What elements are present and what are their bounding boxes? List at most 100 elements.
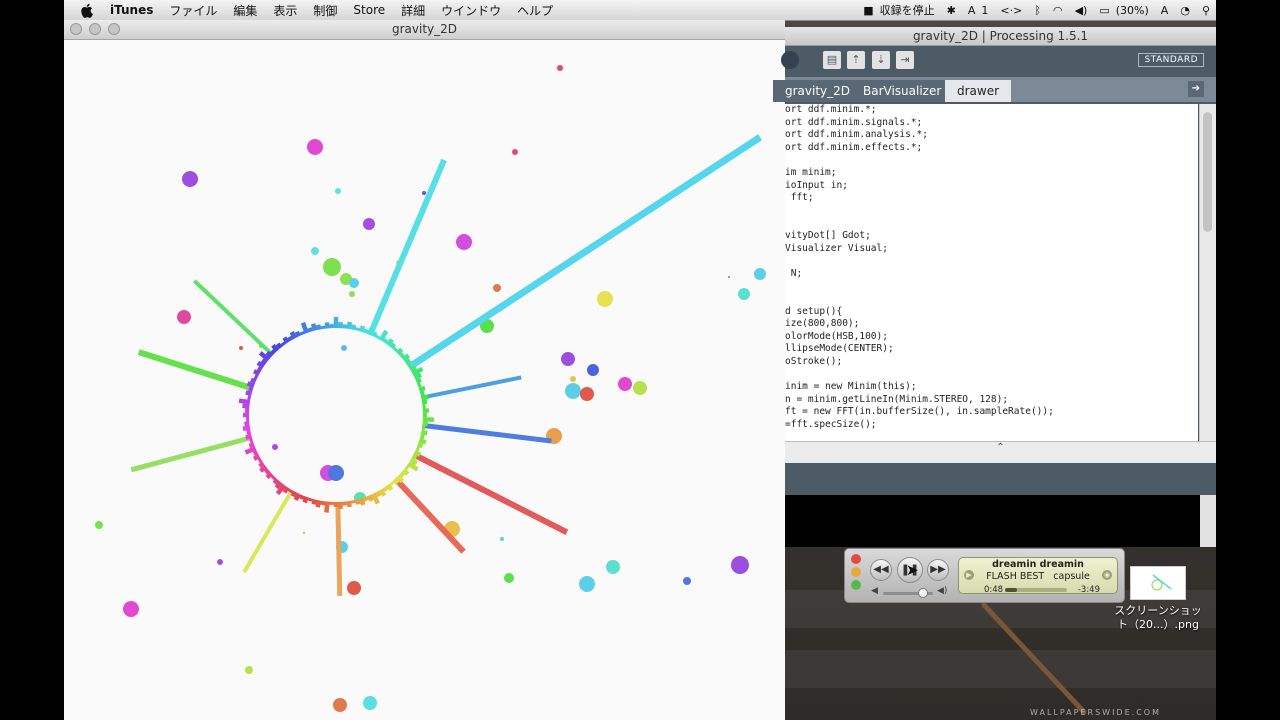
tab-gravity-2d[interactable]: gravity_2D — [773, 80, 863, 102]
menu-view[interactable]: 表示 — [265, 2, 305, 19]
gravity-dot — [349, 291, 355, 297]
menu-extras: ■ 収録を停止 ✱ A 1 <·> ᛒ ◠ ◀) ▭ (30%) A ◔ ⚲ — [857, 0, 1216, 20]
mini-zoom-button[interactable] — [851, 580, 861, 590]
ring-bar — [299, 494, 305, 500]
progress-fill — [1005, 588, 1018, 592]
console-divider[interactable]: ⌃ — [785, 441, 1216, 463]
volume-low-icon: ◀ — [871, 586, 878, 596]
bluetooth-icon[interactable]: ᛒ — [1028, 4, 1047, 17]
gravity-dot — [731, 556, 749, 574]
battery-icon[interactable]: ▭ — [1093, 4, 1115, 17]
menu-app-name[interactable]: iTunes — [104, 3, 161, 17]
ring-bar — [404, 358, 412, 365]
menu-advanced[interactable]: 詳細 — [393, 2, 433, 19]
menu-help[interactable]: ヘルプ — [509, 2, 561, 19]
gravity-dot — [565, 383, 581, 399]
console-scrollbar[interactable] — [1200, 495, 1216, 547]
mini-close-button[interactable] — [851, 554, 861, 564]
spotlight-icon[interactable]: ⚲ — [1196, 4, 1216, 17]
ring-bar — [409, 365, 417, 373]
new-icon[interactable]: ▤ — [823, 51, 841, 69]
code-line: llipseMode(CENTER); — [785, 343, 894, 355]
save-icon[interactable]: ⇣ — [872, 51, 890, 69]
mini-minimize-button[interactable] — [851, 567, 861, 577]
ring-bar — [395, 347, 404, 356]
remote-icon[interactable]: <·> — [994, 4, 1028, 17]
menu-controls[interactable]: 制御 — [305, 2, 345, 19]
apple-menu-icon[interactable] — [78, 1, 96, 19]
export-icon[interactable]: ⇥ — [896, 51, 914, 69]
ring-bar — [315, 324, 322, 331]
stop-recording-label[interactable]: 収録を停止 — [880, 2, 941, 18]
ring-bar — [415, 377, 422, 384]
menu-store[interactable]: Store — [345, 3, 393, 17]
gravity-dot — [239, 346, 243, 350]
editor-scroll-thumb[interactable] — [1203, 112, 1212, 232]
close-button[interactable] — [70, 23, 82, 35]
menu-window[interactable]: ウインドウ — [433, 2, 509, 19]
zoom-button[interactable] — [108, 23, 120, 35]
ring-bar — [422, 417, 434, 423]
gravity-dot — [307, 139, 323, 155]
gravity-dot — [341, 345, 347, 351]
clock-icon[interactable]: ◔ — [1174, 4, 1196, 17]
open-icon[interactable]: ⇡ — [847, 51, 865, 69]
code-line: inim = new Minim(this); — [785, 381, 917, 393]
ring-bar — [354, 498, 361, 505]
ring-bar — [359, 325, 366, 333]
ring-bar — [299, 330, 305, 336]
volume-icon[interactable]: ◀) — [1069, 4, 1094, 17]
artist-name: capsule — [1053, 571, 1090, 582]
menu-edit[interactable]: 編集 — [225, 2, 265, 19]
sketch-titlebar[interactable]: gravity_2D — [64, 20, 785, 40]
ring-bar — [293, 492, 301, 501]
ring-bar — [307, 497, 313, 502]
ring-bar — [282, 486, 290, 494]
adobe-updater-count: 1 — [981, 3, 989, 17]
ring-bar — [417, 442, 424, 449]
ring-bar — [246, 381, 255, 388]
ring-bar — [389, 342, 397, 350]
tab-barvisualizer[interactable]: BarVisualizer — [851, 80, 954, 102]
ring-bar — [363, 496, 369, 502]
volume-slider[interactable]: ◀ ◀) — [871, 586, 951, 598]
ring-bar — [287, 488, 294, 494]
ide-titlebar[interactable]: gravity_2D | Processing 1.5.1 — [785, 27, 1216, 46]
ide-console[interactable] — [785, 495, 1216, 547]
ring-bar — [245, 433, 253, 440]
gravity-dot — [328, 465, 344, 481]
progress-bar[interactable] — [1005, 588, 1067, 592]
code-editor[interactable]: ort ddf.minim.*; ort ddf.minim.signals.*;… — [785, 104, 1198, 441]
tab-menu-arrow-icon[interactable]: ➔ — [1188, 81, 1204, 97]
gravity-dot — [738, 288, 750, 300]
stop-button[interactable] — [781, 51, 799, 69]
volume-knob[interactable] — [918, 588, 928, 598]
file-icon-label: スクリーンショット（20...）.png — [1114, 604, 1202, 631]
stop-recording-icon[interactable]: ■ — [857, 4, 879, 17]
minimize-button[interactable] — [89, 23, 101, 35]
mode-selector[interactable]: STANDARD — [1138, 53, 1204, 67]
ring-bar — [282, 336, 290, 344]
genius-icon[interactable]: ◉ — [1102, 570, 1112, 580]
editor-scrollbar[interactable] — [1199, 104, 1216, 441]
letterbox-left — [0, 0, 64, 720]
spectrum-spike — [393, 476, 466, 554]
ring-bar — [290, 490, 297, 498]
ring-bar — [418, 385, 426, 392]
wallpaper-watermark: WALLPAPERSWIDE.COM — [1030, 708, 1161, 717]
ring-bar — [294, 330, 301, 338]
menu-file[interactable]: ファイル — [161, 2, 225, 19]
adobe-updater-icon[interactable]: A — [962, 4, 982, 17]
gravity-dot — [123, 601, 139, 617]
gravity-dot — [587, 364, 599, 376]
next-track-button[interactable]: ▶▶ — [927, 559, 949, 581]
asterisk-icon[interactable]: ✱ — [941, 4, 962, 17]
desktop-file-icon[interactable]: スクリーンショット（20...）.png — [1112, 564, 1204, 632]
previous-track-button[interactable]: ◀◀ — [870, 559, 892, 581]
tab-drawer[interactable]: drawer — [945, 80, 1012, 102]
ring-bar — [350, 324, 357, 331]
input-menu-icon[interactable]: A — [1155, 4, 1175, 17]
wifi-icon[interactable]: ◠ — [1047, 4, 1069, 17]
